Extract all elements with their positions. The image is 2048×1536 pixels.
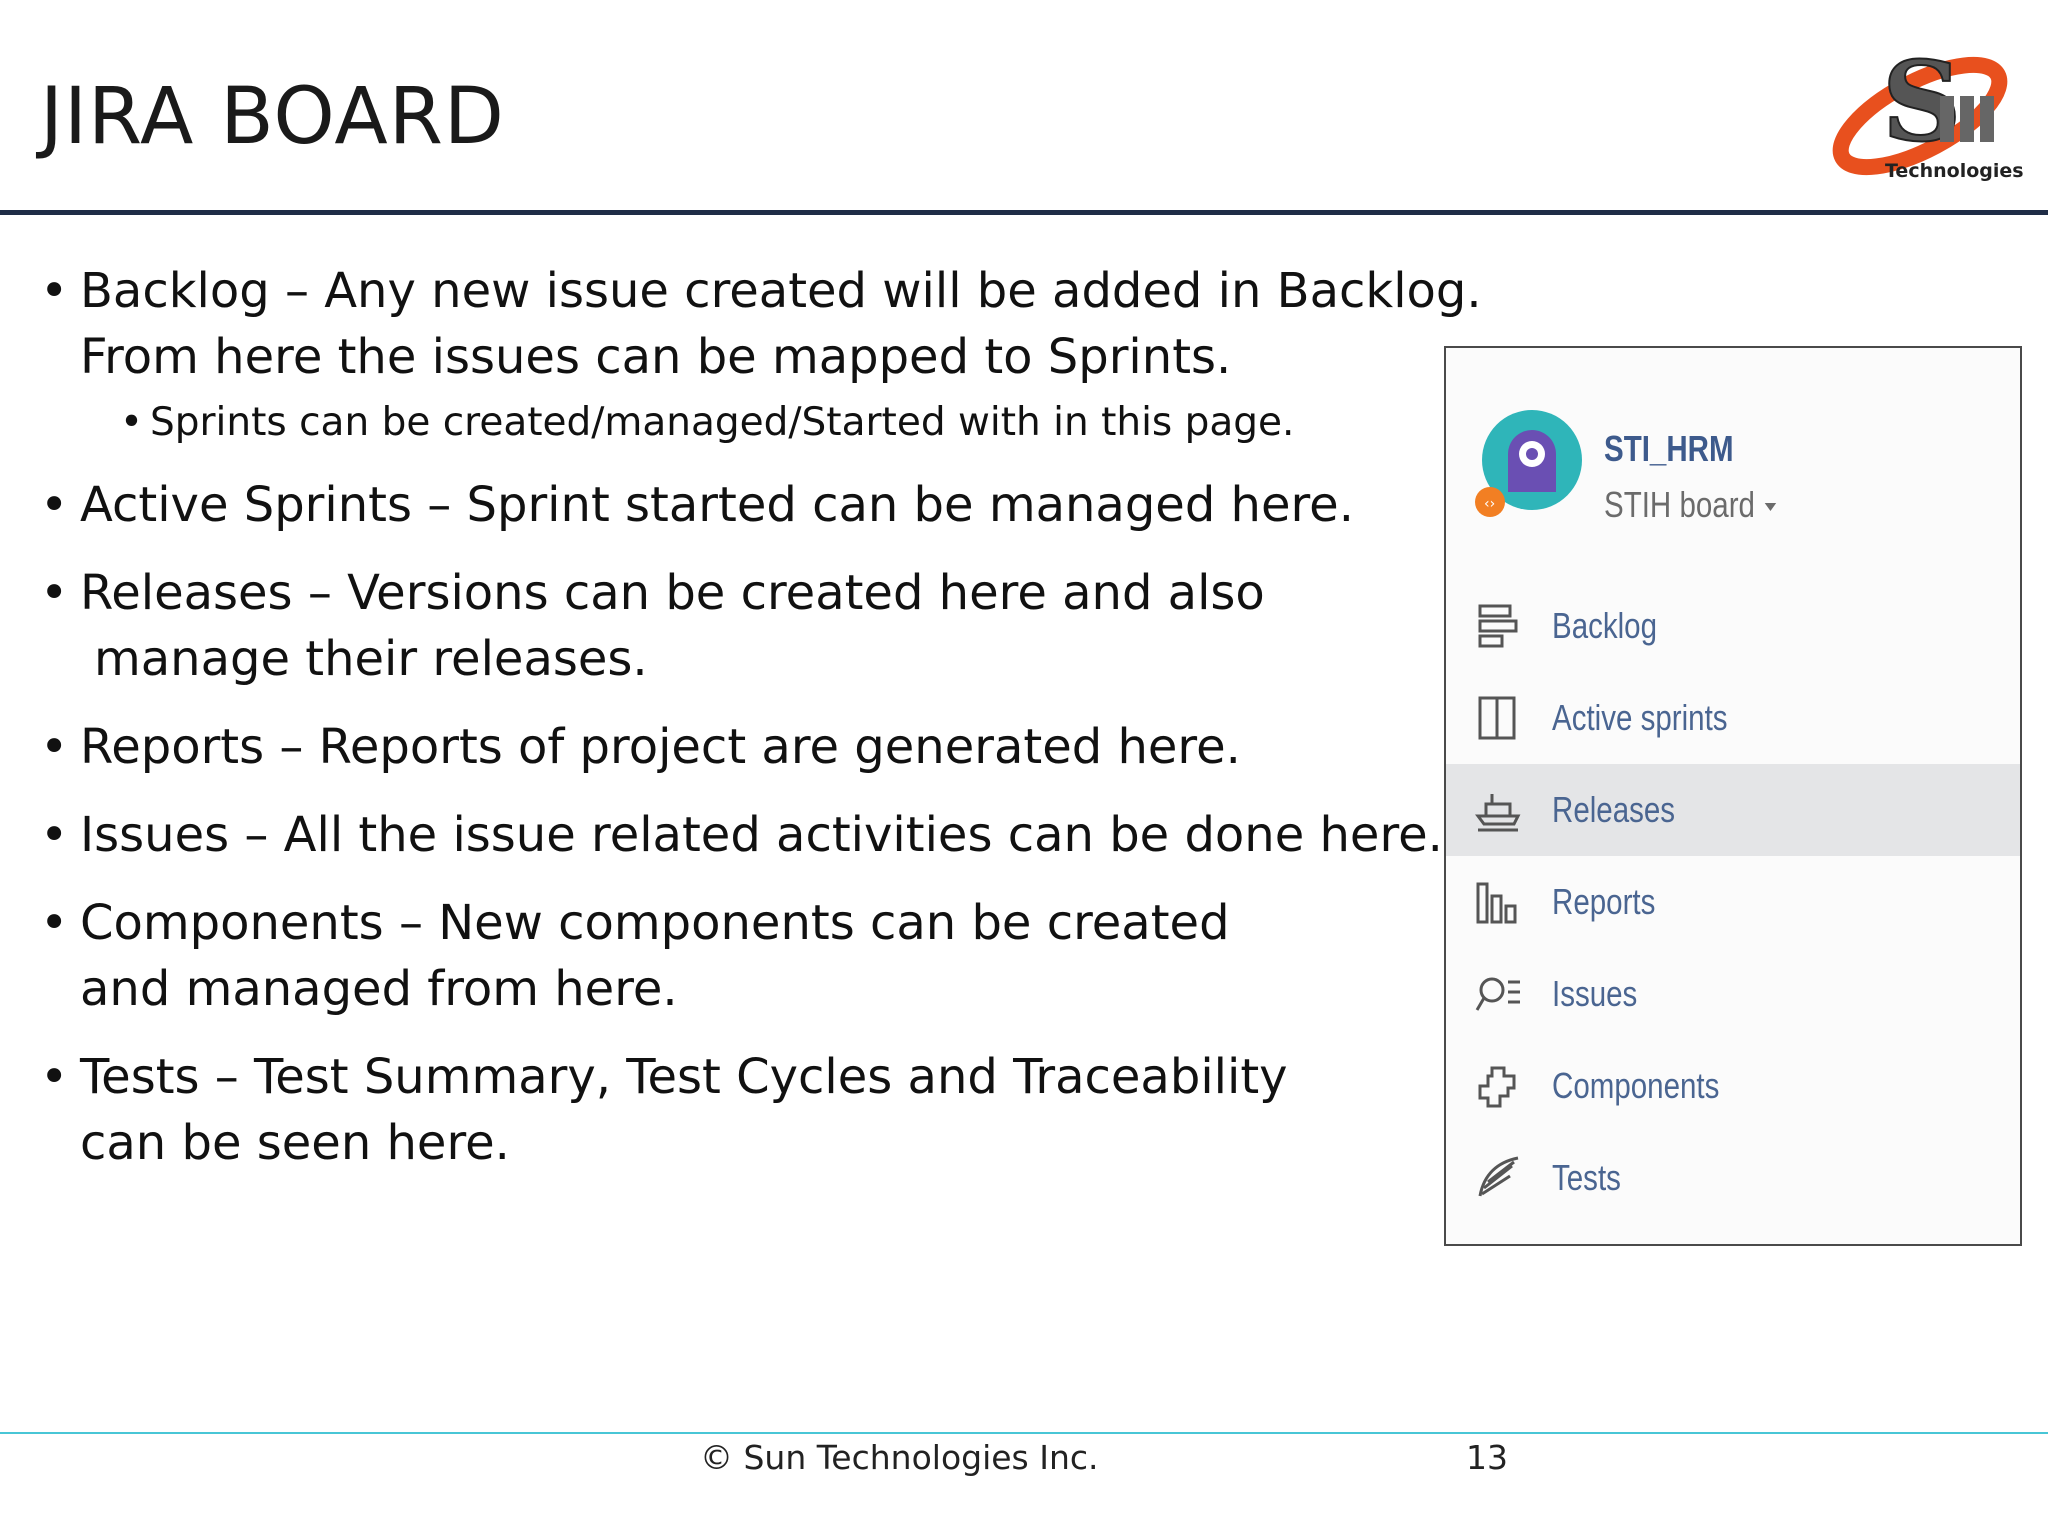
sidebar-item-label: Issues [1552,973,1638,1014]
bullet-line: Components – New components can be creat… [80,895,1230,951]
bullet-list: Backlog – Any new issue created will be … [40,258,1482,1198]
sidebar-item-label: Components [1552,1065,1720,1106]
svg-text:‹›: ‹› [1484,496,1495,512]
project-avatar-icon[interactable]: ‹› [1474,408,1584,518]
sidebar-item-label: Tests [1552,1157,1621,1198]
tests-icon [1478,1156,1519,1197]
title-divider [0,210,2048,215]
bullet-backlog: Backlog – Any new issue created will be … [40,258,1482,390]
bullet-line: and managed from here. [80,961,678,1017]
sidebar-item-label: Active sprints [1552,697,1728,738]
sidebar-item-backlog[interactable]: Backlog [1446,580,2020,672]
backlog-icon [1478,604,1518,648]
bullet-line: Reports – Reports of project are generat… [80,719,1241,775]
bullet-line: From here the issues can be mapped to Sp… [80,329,1232,385]
issues-icon [1475,977,1520,1011]
sidebar-item-label: Reports [1552,881,1656,922]
sidebar-item-releases[interactable]: Releases [1446,764,2020,856]
sidebar-item-tests[interactable]: Tests [1446,1132,2020,1224]
active-sprints-icon [1478,696,1516,740]
sidebar-nav: Backlog Active sprints Releases Reports … [1446,580,2020,1224]
reports-icon [1476,882,1517,924]
bullet-issues: Issues – All the issue related activitie… [40,802,1460,868]
releases-icon [1475,794,1521,832]
bullet-releases: Releases – Versions can be created here … [40,560,1460,692]
bullet-line: Backlog – Any new issue created will be … [80,263,1482,319]
project-name[interactable]: STI_HRM [1604,428,1734,470]
components-icon [1478,1066,1516,1108]
sidebar-item-active-sprints[interactable]: Active sprints [1446,672,2020,764]
caret-down-icon [1764,503,1777,512]
jira-sidebar-screenshot: ‹› STI_HRM STIH board Backlog Active spr… [1444,346,2022,1246]
board-name-label: STIH board [1604,484,1755,525]
slide-title: JIRA BOARD [40,72,505,162]
sidebar-item-reports[interactable]: Reports [1446,856,2020,948]
bullet-line: manage their releases. [94,631,648,687]
bullet-line: Issues – All the issue related activitie… [80,807,1443,863]
bullet-line: can be seen here. [80,1115,510,1171]
footer-copyright: © Sun Technologies Inc. [700,1438,1099,1477]
sidebar-item-label: Backlog [1552,605,1658,646]
footer-divider [0,1432,2048,1434]
bullet-reports: Reports – Reports of project are generat… [40,714,1460,780]
sidebar-item-label: Releases [1552,789,1676,830]
board-selector[interactable]: STIH board [1604,484,1777,526]
sidebar-item-components[interactable]: Components [1446,1040,2020,1132]
page-number: 13 [1466,1438,1508,1477]
sub-bullet-sprints: Sprints can be created/managed/Started w… [120,396,1460,450]
logo-caption: Technologies [1885,160,2024,182]
sidebar-item-issues[interactable]: Issues [1446,948,2020,1040]
bullet-line: Releases – Versions can be created here … [80,565,1265,621]
bullet-active-sprints: Active Sprints – Sprint started can be m… [40,472,1460,538]
bullet-tests: Tests – Test Summary, Test Cycles and Tr… [40,1044,1460,1176]
bullet-line: Active Sprints – Sprint started can be m… [80,477,1354,533]
bullet-components: Components – New components can be creat… [40,890,1460,1022]
bullet-line: Tests – Test Summary, Test Cycles and Tr… [80,1049,1288,1105]
